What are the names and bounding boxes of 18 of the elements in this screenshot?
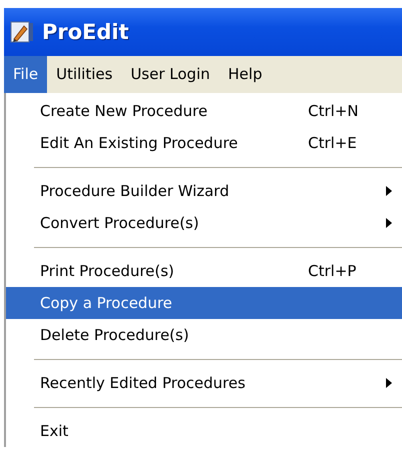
menu-item[interactable]: Procedure Builder Wizard	[6, 175, 402, 207]
submenu-arrow-icon	[386, 218, 392, 228]
menu-item[interactable]: Exit	[6, 415, 402, 447]
menu-bar-item[interactable]: File	[4, 56, 48, 93]
menu-item[interactable]: Edit An Existing Procedure Ctrl+E	[6, 127, 402, 159]
menu-item[interactable]: Copy a Procedure	[6, 287, 402, 319]
menu-item[interactable]: Print Procedure(s) Ctrl+P	[6, 255, 402, 287]
menu-bar-item[interactable]: User Login	[122, 56, 220, 93]
submenu-arrow-icon	[386, 186, 392, 196]
menu-item[interactable]: Convert Procedure(s)	[6, 207, 402, 239]
menu-item[interactable]: Create New Procedure Ctrl+N	[6, 95, 402, 127]
window-title: ProEdit	[42, 20, 129, 44]
submenu-arrow-icon	[386, 378, 392, 388]
menu-bar-item[interactable]: Utilities	[47, 56, 122, 93]
menu-bar-item[interactable]: Help	[219, 56, 272, 93]
pencil-icon	[10, 20, 34, 44]
menu-item[interactable]: Delete Procedure(s)	[6, 319, 402, 351]
menu-item[interactable]: Recently Edited Procedures	[6, 367, 402, 399]
